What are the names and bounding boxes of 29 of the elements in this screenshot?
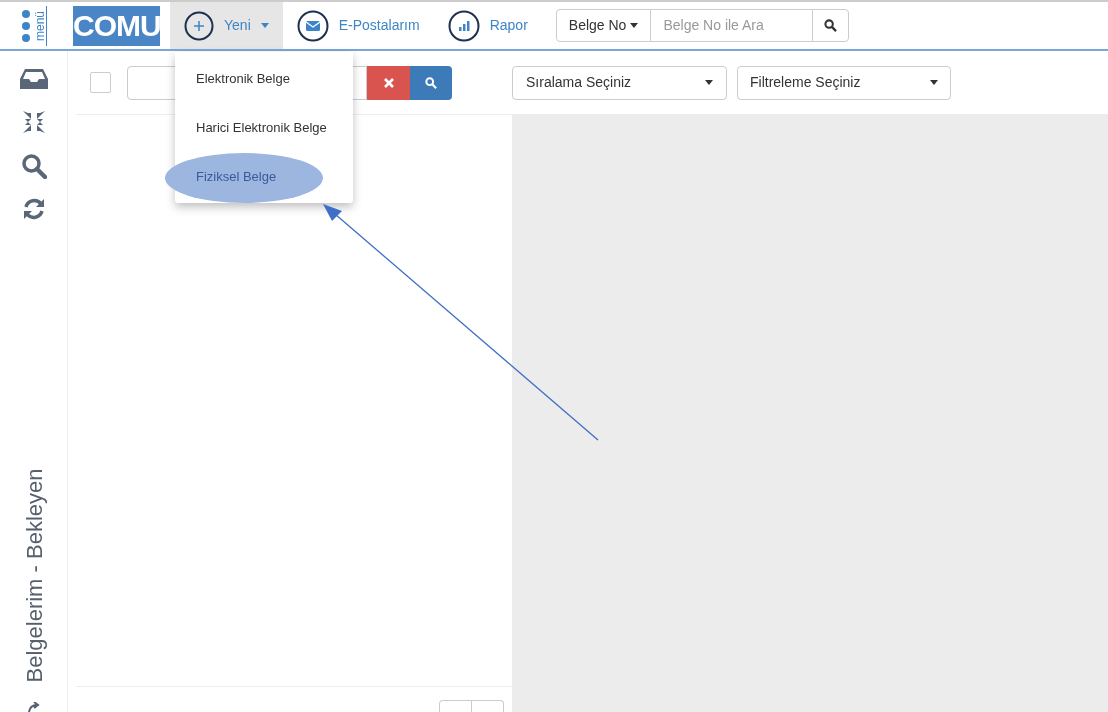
caret-icon bbox=[260, 23, 269, 28]
menu-button[interactable]: menü bbox=[0, 5, 68, 46]
nav-button[interactable]: Rapor bbox=[433, 2, 542, 49]
nav-button[interactable]: E-Postalarım bbox=[282, 2, 434, 49]
plus-icon bbox=[184, 10, 214, 41]
search-button[interactable] bbox=[812, 9, 850, 42]
caret-icon bbox=[930, 80, 938, 85]
close-icon bbox=[383, 77, 394, 88]
search-icon[interactable] bbox=[20, 153, 47, 179]
clear-button[interactable] bbox=[367, 65, 410, 100]
search-icon bbox=[425, 76, 437, 89]
search-type-dropdown[interactable]: Belge No bbox=[555, 9, 652, 42]
menu-label: menü bbox=[31, 10, 48, 41]
refresh-icon[interactable] bbox=[21, 197, 46, 221]
dots-icon bbox=[21, 7, 31, 44]
envelope-icon bbox=[296, 9, 329, 42]
logo: COMU bbox=[73, 5, 160, 46]
bar-chart-icon bbox=[447, 9, 480, 42]
inbox-icon[interactable] bbox=[18, 67, 49, 91]
caret-icon bbox=[630, 23, 639, 28]
menu-item[interactable]: Elektronik Belge bbox=[196, 68, 290, 89]
sort-dropdown[interactable]: Sıralama Seçiniz bbox=[512, 65, 727, 100]
menu-item[interactable]: Harici Elektronik Belge bbox=[196, 117, 327, 138]
search-icon bbox=[824, 19, 838, 32]
caret-icon bbox=[705, 80, 713, 85]
search-field[interactable]: Belge No ile Ara bbox=[651, 9, 813, 42]
filter-dropdown[interactable]: Filtreleme Seçiniz bbox=[737, 65, 951, 100]
sidebar-title: Belgelerim - Bekleyen bbox=[20, 468, 48, 683]
select-all-checkbox[interactable] bbox=[90, 72, 111, 93]
